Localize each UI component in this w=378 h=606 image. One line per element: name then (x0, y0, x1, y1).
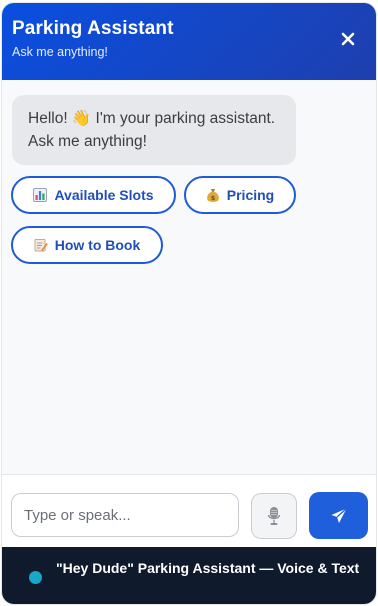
message-input[interactable] (11, 493, 239, 537)
composer (2, 474, 376, 548)
svg-text:$: $ (211, 193, 216, 201)
bar-chart-icon (33, 188, 48, 202)
quick-reply-label: How to Book (54, 237, 141, 253)
assistant-message: Hello! 👋 I'm your parking assistant. Ask… (12, 95, 296, 165)
header-title: Parking Assistant (12, 18, 174, 39)
quick-reply-label: Available Slots (54, 187, 154, 203)
status-footer: "Hey Dude" Parking Assistant — Voice & T… (2, 547, 376, 604)
close-button[interactable] (336, 27, 360, 51)
status-indicator (29, 571, 42, 584)
header-subtitle: Ask me anything! (12, 45, 108, 59)
chat-header: Parking Assistant Ask me anything! (2, 3, 376, 80)
chat-widget: Parking Assistant Ask me anything! Hello… (2, 3, 376, 604)
microphone-icon (267, 507, 281, 525)
money-bag-icon: $ (206, 188, 220, 203)
close-icon (341, 32, 355, 46)
message-list: Hello! 👋 I'm your parking assistant. Ask… (2, 80, 376, 474)
paper-plane-icon (331, 507, 347, 523)
footer-status-text: "Hey Dude" Parking Assistant — Voice & T… (56, 560, 360, 576)
voice-input-button[interactable] (251, 493, 297, 539)
memo-icon (34, 238, 48, 252)
quick-reply-available-slots[interactable]: Available Slots (11, 176, 176, 214)
quick-reply-pricing[interactable]: $ Pricing (184, 176, 296, 214)
quick-reply-label: Pricing (226, 187, 275, 203)
quick-reply-how-to-book[interactable]: How to Book (11, 226, 163, 264)
send-button[interactable] (309, 492, 368, 539)
